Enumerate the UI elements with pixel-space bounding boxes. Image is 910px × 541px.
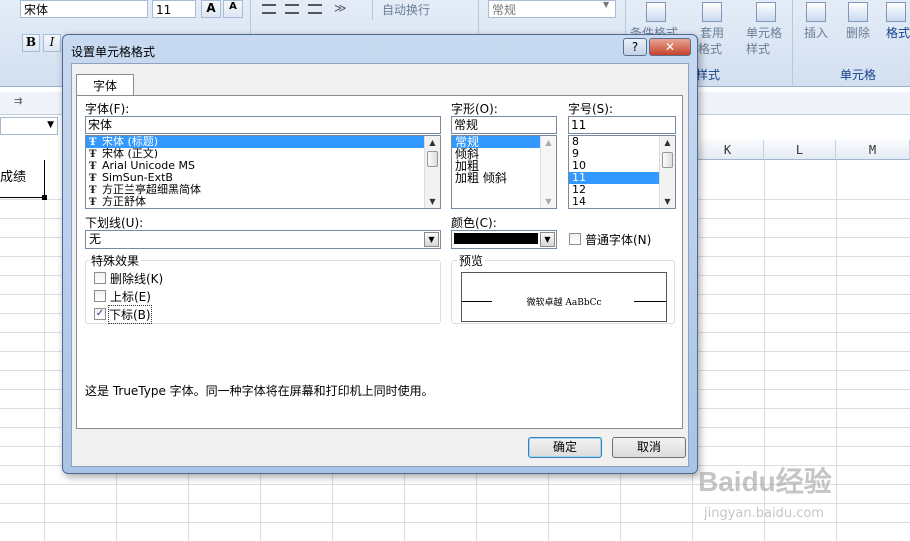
effects-label: 特殊效果 [89,252,142,269]
selected-cell[interactable]: 成绩 [0,160,45,198]
size-label: 字号(S): [568,102,614,116]
preview-text: 微软卓越 AaBbCc [526,298,602,308]
superscript-label: 上标(E) [110,290,151,304]
normal-font-checkbox[interactable] [569,233,581,245]
font-size-value: 11 [156,3,172,17]
font-input[interactable]: 宋体 [85,116,441,134]
format-cells-dialog: 设置单元格格式 ? ✕ 字体 字体(F): 宋体 Ŧ 宋体 (标题) Ŧ 宋体 (正… [62,34,698,474]
delete-icon[interactable] [848,2,868,22]
info-text: 这是 TrueType 字体。同一种字体将在屏幕和打印机上同时使用。 [85,384,434,398]
scroll-down-icon[interactable]: ▼ [428,197,437,206]
wrap-text-button[interactable]: 自动换行 [382,1,430,18]
ok-button[interactable]: 确定 [528,437,602,458]
scroll-up-icon[interactable]: ▲ [544,138,553,147]
watermark-brand: Baidu经验 [698,466,832,497]
scroll-thumb[interactable] [662,152,673,168]
fill-handle[interactable] [42,195,47,200]
scroll-up-icon[interactable]: ▲ [428,138,437,147]
name-box[interactable]: ▼ [0,117,58,135]
underline-label: 下划线(U): [85,216,144,230]
scroll-up-icon[interactable]: ▲ [663,138,672,147]
watermark: Baidu经验 jingyan.baidu.com [698,448,908,540]
orientation-icon[interactable]: ≫ [334,1,358,17]
scroll-thumb[interactable] [427,151,438,167]
preview-label: 预览 [457,252,486,269]
align-middle-icon[interactable] [285,4,299,14]
align-bottom-icon[interactable] [308,4,322,14]
font-list-scrollbar[interactable]: ▲ ▼ [424,136,440,208]
dialog-title: 设置单元格格式 [71,45,156,59]
cell-style-icon[interactable] [756,2,776,22]
format-icon[interactable] [886,2,906,22]
table-format-line1: 套用 [700,26,725,40]
insert-icon[interactable] [806,2,826,22]
font-size-box[interactable]: 11 [152,0,196,18]
color-label: 颜色(C): [451,216,497,230]
size-input[interactable]: 11 [568,116,676,134]
font-name-value: 宋体 [24,3,49,17]
strikethrough-checkbox[interactable] [94,272,106,284]
help-icon: ? [631,40,639,54]
truetype-icon: Ŧ [89,197,97,208]
grow-font-button[interactable]: A [201,0,221,18]
shrink-font-button[interactable]: A [223,0,243,18]
chevron-down-icon: ▼ [603,0,610,9]
chevron-down-icon[interactable]: ▼ [424,232,439,247]
delete-button[interactable]: 删除 [846,24,870,41]
bold-button[interactable]: B [22,34,40,52]
styles-group-title: 样式 [696,68,721,82]
scroll-down-icon[interactable]: ▼ [544,197,553,206]
help-button[interactable]: ? [623,38,647,56]
column-header-k[interactable]: K [692,140,764,160]
chevron-down-icon[interactable]: ▼ [540,232,555,247]
style-label: 字形(O): [451,102,498,116]
insert-button[interactable]: 插入 [804,24,828,41]
font-list[interactable]: Ŧ 宋体 (标题) Ŧ 宋体 (正文) Ŧ Arial Unicode MS Ŧ Sim… [85,135,441,209]
italic-button[interactable]: I [43,34,61,52]
superscript-checkbox[interactable] [94,290,106,302]
cells-group-title: 单元格 [840,68,877,82]
cond-format-icon[interactable] [646,2,666,22]
chevron-down-icon: ▼ [47,120,54,130]
cell-style-line1: 单元格 [746,26,783,40]
qat-icon[interactable]: ⇉ [14,96,22,107]
strikethrough-label: 删除线(K) [110,272,164,286]
style-input[interactable]: 常规 [451,116,557,134]
font-name-box[interactable]: 宋体 [20,0,148,18]
subscript-label: 下标(B) [108,305,152,324]
table-format-icon[interactable] [702,2,722,22]
style-list-scrollbar[interactable]: ▲ ▼ [540,136,556,208]
underline-select[interactable]: 无 ▼ [85,230,441,249]
cell-text: 成绩 [0,170,27,185]
color-swatch [454,233,538,244]
number-format-value: 常规 [492,3,517,17]
dialog-client: 字体 字体(F): 宋体 Ŧ 宋体 (标题) Ŧ 宋体 (正文) Ŧ Arial Un… [71,63,689,467]
font-tab-page: 字体(F): 宋体 Ŧ 宋体 (标题) Ŧ 宋体 (正文) Ŧ Arial Unico… [76,95,683,429]
subscript-checkbox[interactable]: ✓ [94,308,106,320]
close-button[interactable]: ✕ [649,38,691,56]
format-button[interactable]: 格式 [886,24,910,41]
watermark-url: jingyan.baidu.com [704,506,824,521]
font-label: 字体(F): [85,102,130,116]
list-item[interactable]: Ŧ 方正舒体 [86,196,440,209]
size-list-scrollbar[interactable]: ▲ ▼ [659,136,675,208]
divider [372,0,373,20]
normal-font-label: 普通字体(N) [585,233,652,247]
number-format-box[interactable]: 常规 [488,0,616,18]
scroll-down-icon[interactable]: ▼ [663,197,672,206]
group-divider [792,0,793,86]
column-header-m[interactable]: M [836,140,910,160]
close-icon: ✕ [664,40,676,54]
align-top-icon[interactable] [262,4,276,14]
tab-font[interactable]: 字体 [76,74,134,96]
preview-box: 微软卓越 AaBbCc [461,272,667,322]
size-list[interactable]: 8 9 10 11 12 14 ▲ ▼ [568,135,676,209]
style-list[interactable]: 常规 倾斜 加粗 加粗 倾斜 ▲ ▼ [451,135,557,209]
underline-value: 无 [89,232,102,246]
cancel-button[interactable]: 取消 [612,437,686,458]
color-select[interactable]: ▼ [451,230,557,249]
table-format-line2: 格式 [698,42,723,56]
column-header-l[interactable]: L [764,140,836,160]
cell-style-line2: 样式 [746,42,771,56]
